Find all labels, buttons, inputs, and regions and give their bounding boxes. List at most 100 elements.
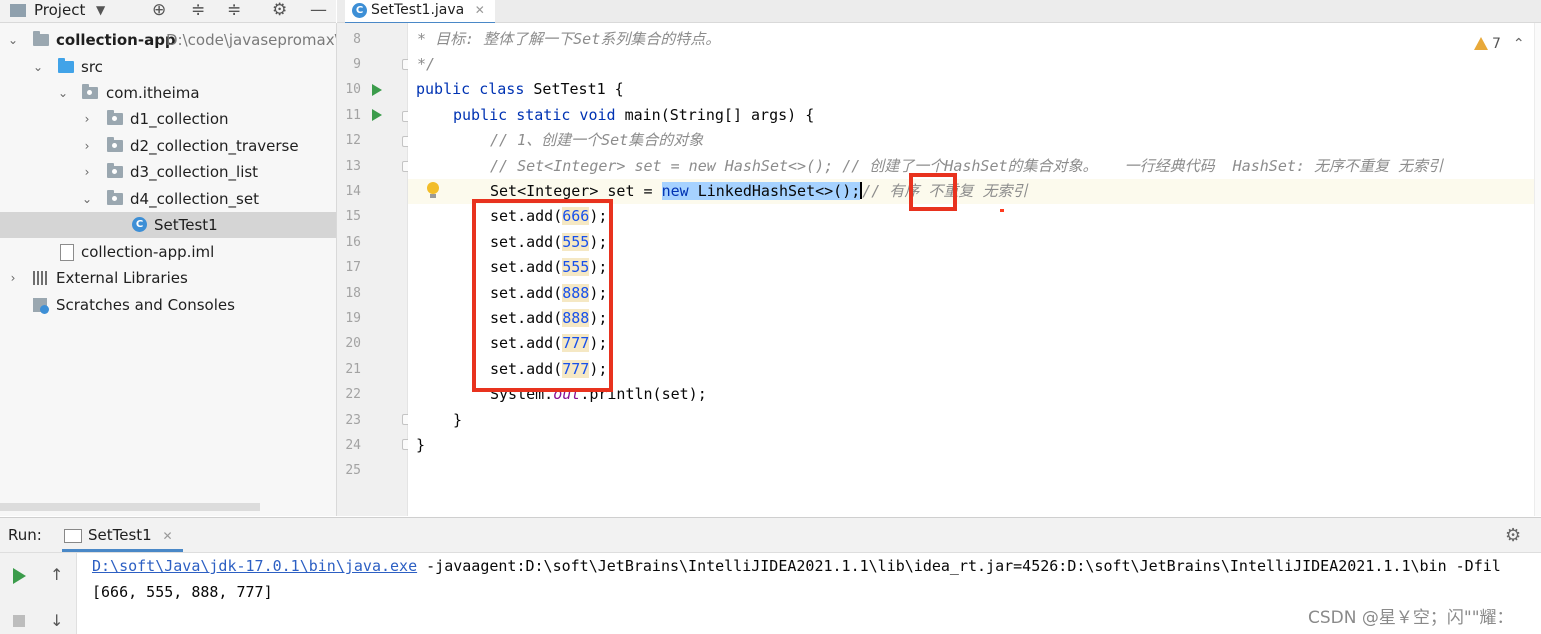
tree-item-iml[interactable]: collection-app.iml: [0, 239, 336, 265]
class-c-icon: C: [352, 3, 367, 18]
package-icon: [107, 110, 123, 125]
line-number: 16: [345, 235, 361, 250]
tree-item-label: com.itheima: [106, 84, 200, 102]
tree-item-settest1[interactable]: C SetTest1: [0, 212, 336, 238]
project-toolbar: Project ▼ ⊕ ≑ ≑ ⚙ —: [0, 0, 336, 23]
line-number: 19: [345, 311, 361, 326]
keyword: public static void: [453, 106, 616, 124]
warning-count: 7: [1492, 36, 1501, 52]
line-number: 23: [345, 413, 361, 428]
tab-run-settest1[interactable]: SetTest1 ✕: [62, 518, 183, 552]
line-numbers: 8 9 10 11 12 13 14 15 16 17 18 19 20 21 …: [337, 27, 377, 507]
chevron-right-icon[interactable]: ›: [6, 265, 20, 291]
line-number: 11: [345, 108, 361, 123]
inspection-widget[interactable]: 7 ⌃: [1474, 36, 1525, 52]
arrow-up-icon[interactable]: ↑: [50, 565, 63, 584]
warning-icon: [1474, 37, 1488, 50]
code-line: // Set<Integer> set = new HashSet<>(); /…: [408, 154, 1534, 179]
tree-item-label: External Libraries: [56, 269, 188, 287]
chevron-up-icon[interactable]: ⌃: [1513, 36, 1525, 52]
code-line: // 1、创建一个Set集合的对象: [408, 128, 1534, 153]
console-output-line: [666, 555, 888, 777]: [92, 580, 273, 605]
tree-item-scratches[interactable]: Scratches and Consoles: [0, 292, 336, 318]
code-text: Set<Integer> set =: [490, 182, 662, 200]
package-icon: [107, 163, 123, 178]
locate-icon[interactable]: ⊕: [152, 0, 166, 22]
code-text: LinkedHashSet<>();: [688, 182, 861, 200]
chevron-down-icon[interactable]: ▼: [96, 0, 105, 22]
line-number: 9: [353, 57, 361, 72]
line-number: 8: [353, 32, 361, 47]
chevron-down-icon[interactable]: ⌄: [31, 54, 45, 80]
package-icon: [107, 137, 123, 152]
tree-item-d1[interactable]: › d1_collection: [0, 106, 336, 132]
line-number: 24: [345, 438, 361, 453]
code-line: }: [408, 408, 1534, 433]
arrow-down-icon[interactable]: ↓: [50, 611, 63, 630]
run-toolbar: ↑ ↓: [0, 553, 77, 634]
line-comment: // 1、创建一个Set集合的对象: [490, 131, 704, 149]
project-view-label[interactable]: Project: [34, 0, 85, 22]
tab-settest1-java[interactable]: C SetTest1.java ✕: [345, 0, 495, 25]
line-number: 10: [345, 82, 361, 97]
console-output: [666, 555, 888, 777]: [92, 583, 273, 601]
close-icon[interactable]: ✕: [475, 3, 485, 17]
tree-item-com-itheima[interactable]: ⌄ com.itheima: [0, 80, 336, 106]
stop-icon[interactable]: [13, 615, 25, 627]
keyword: public class: [416, 80, 525, 98]
run-tab-label: SetTest1: [88, 526, 152, 544]
tree-item-d2[interactable]: › d2_collection_traverse: [0, 133, 336, 159]
tree-item-collection-app[interactable]: ⌄ collection-app D:\code\javasepromax\c: [0, 27, 336, 53]
tree-item-src[interactable]: ⌄ src: [0, 54, 336, 80]
code-text: }: [416, 436, 426, 454]
tab-label: SetTest1.java: [371, 2, 465, 18]
code-line: */: [408, 52, 1534, 77]
line-comment: // Set<Integer> set = new HashSet<>(); /…: [490, 157, 1443, 175]
console-command-line: D:\soft\Java\jdk-17.0.1\bin\java.exe -ja…: [92, 554, 1501, 579]
run-main-icon[interactable]: [372, 109, 382, 121]
class-c-icon: C: [132, 217, 147, 232]
chevron-down-icon[interactable]: ⌄: [6, 27, 20, 53]
collapse-all-icon[interactable]: ≑: [227, 0, 241, 22]
annotation-box-ordered: [909, 173, 957, 211]
tree-item-external-libraries[interactable]: › External Libraries: [0, 265, 336, 291]
chevron-right-icon[interactable]: ›: [80, 159, 94, 185]
code-text: main(String[] args) {: [615, 106, 815, 124]
chevron-right-icon[interactable]: ›: [80, 106, 94, 132]
run-label: Run:: [8, 526, 42, 544]
project-tree: ⌄ collection-app D:\code\javasepromax\c …: [0, 23, 337, 516]
run-class-icon[interactable]: [372, 84, 382, 96]
minimize-icon[interactable]: —: [310, 0, 327, 22]
annotation-box-add-calls: [472, 199, 613, 392]
line-comment: //: [862, 182, 890, 200]
horizontal-scrollbar[interactable]: [0, 503, 260, 511]
run-config-icon: [64, 529, 82, 543]
tree-item-d3[interactable]: › d3_collection_list: [0, 159, 336, 185]
code-line: public static void main(String[] args) {: [408, 103, 1534, 128]
code-line: * 目标: 整体了解一下Set系列集合的特点。: [408, 27, 1534, 52]
intention-bulb-icon[interactable]: [427, 182, 439, 198]
gear-icon[interactable]: ⚙: [1505, 525, 1521, 546]
module-folder-icon: [33, 31, 49, 46]
line-number: 15: [345, 209, 361, 224]
tree-item-label: collection-app.iml: [81, 243, 215, 261]
editor-tab-bar: C SetTest1.java ✕: [337, 0, 1541, 25]
run-header: Run: SetTest1 ✕ ⚙: [0, 518, 1541, 553]
chevron-right-icon[interactable]: ›: [80, 133, 94, 159]
expand-all-icon[interactable]: ≑: [191, 0, 205, 22]
chevron-down-icon[interactable]: ⌄: [56, 80, 70, 106]
chevron-down-icon[interactable]: ⌄: [80, 186, 94, 212]
code-line: public class SetTest1 {: [408, 77, 1534, 102]
project-view-icon: [10, 4, 26, 17]
selection: new LinkedHashSet<>();: [661, 182, 861, 200]
vertical-scrollbar[interactable]: [1534, 23, 1541, 516]
source-folder-icon: [58, 58, 74, 73]
watermark: CSDN @星￥空；闪""耀：: [1308, 608, 1514, 628]
line-number: 20: [345, 336, 361, 351]
tree-item-d4[interactable]: ⌄ d4_collection_set: [0, 186, 336, 212]
close-icon[interactable]: ✕: [163, 529, 173, 543]
rerun-icon[interactable]: [13, 568, 26, 584]
java-exe-link[interactable]: D:\soft\Java\jdk-17.0.1\bin\java.exe: [92, 557, 417, 575]
tree-item-label: collection-app: [56, 31, 176, 49]
gear-icon[interactable]: ⚙: [272, 0, 287, 22]
